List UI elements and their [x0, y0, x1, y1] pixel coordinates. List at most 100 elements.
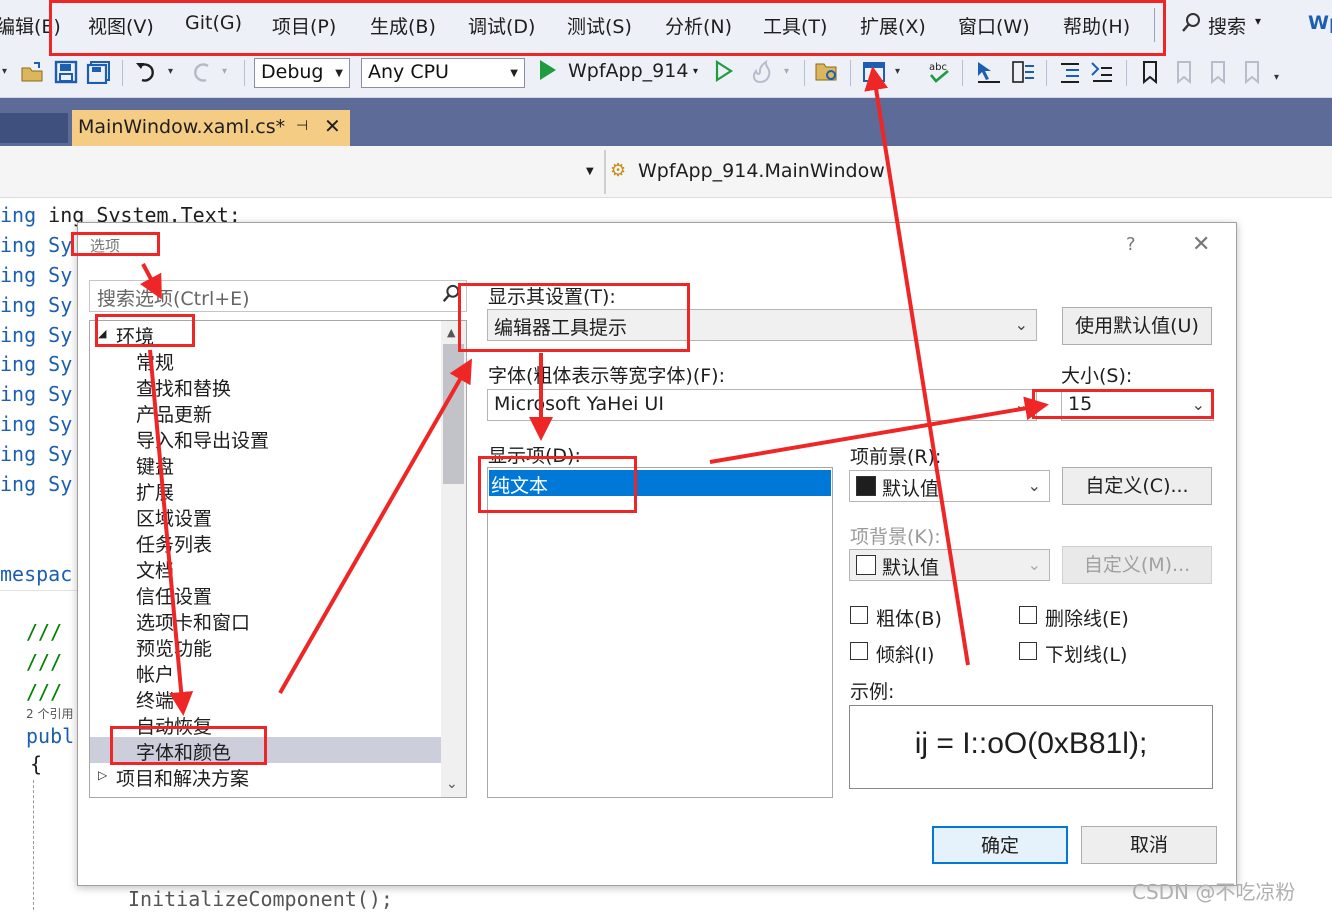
navbar-separator: [604, 150, 606, 194]
save-all-icon[interactable]: [86, 60, 112, 84]
code-comment: ///: [26, 650, 63, 674]
play-icon[interactable]: [540, 60, 556, 80]
font-select[interactable]: Microsoft YaHei UI ⌄: [487, 389, 1037, 421]
window-layout-icon[interactable]: [862, 60, 886, 84]
use-default-button[interactable]: 使用默认值(U): [1062, 307, 1212, 345]
strikethrough-label: 删除线(E): [1045, 608, 1129, 630]
foreground-custom-button[interactable]: 自定义(C)...: [1062, 467, 1212, 505]
toolbar-separator: [122, 60, 123, 86]
chevron-down-icon[interactable]: ▾: [693, 66, 698, 77]
chevron-down-icon: ▾: [784, 66, 790, 77]
tree-item[interactable]: 常规: [90, 347, 442, 374]
chevron-down-icon[interactable]: ▼: [586, 166, 594, 177]
chevron-down-icon: ⌄: [1027, 555, 1041, 574]
configuration-select[interactable]: Debug ▼: [254, 58, 350, 88]
bold-checkbox[interactable]: [850, 606, 868, 624]
tree-scroll-thumb[interactable]: [443, 344, 464, 484]
background-value: 默认值: [882, 557, 940, 579]
tree-item[interactable]: 键盘: [90, 451, 442, 478]
tab-left-stub[interactable]: [0, 113, 68, 143]
close-icon[interactable]: ✕: [1192, 232, 1210, 257]
tree-collapsed-icon[interactable]: ▷: [98, 768, 107, 782]
overflow-icon[interactable]: ▾: [1274, 72, 1279, 83]
tree-item[interactable]: 帐户: [90, 659, 442, 686]
display-items-list[interactable]: [487, 467, 833, 798]
open-folder-icon[interactable]: [20, 60, 46, 84]
indent-guide: [33, 780, 34, 910]
tree-item[interactable]: 查找和替换: [90, 373, 442, 400]
tree-item[interactable]: 扩展: [90, 477, 442, 504]
search-label[interactable]: 搜索: [1208, 12, 1246, 39]
code-line: ing Sy: [0, 293, 73, 317]
options-search-input[interactable]: 搜索选项(Ctrl+E): [89, 280, 467, 312]
tree-item-label: 信任设置: [136, 586, 213, 608]
tree-item-projects-solutions[interactable]: ▷ 项目和解决方案: [90, 763, 442, 790]
code-divider: [0, 590, 77, 591]
format-document-icon[interactable]: [1010, 60, 1036, 84]
chevron-down-icon: ⌄: [1027, 476, 1041, 495]
italic-label: 倾斜(I): [876, 644, 935, 666]
strikethrough-checkbox[interactable]: [1019, 606, 1037, 624]
bookmark-icon[interactable]: [1140, 60, 1160, 84]
toolbar-separator: [962, 60, 963, 86]
class-icon: ⚙: [610, 160, 627, 181]
background-custom-button: 自定义(M)...: [1062, 546, 1212, 584]
comment-out-icon[interactable]: [1058, 60, 1082, 84]
tree-item-label: 帐户: [136, 664, 175, 686]
code-line: ing Sy: [0, 352, 73, 376]
tree-item[interactable]: 区域设置: [90, 503, 442, 530]
pin-icon[interactable]: ⊣: [296, 118, 308, 134]
annotation-box-menubar: [49, 0, 1166, 56]
next-bookmark-icon: [1211, 61, 1225, 84]
close-icon[interactable]: ✕: [324, 114, 341, 138]
code-lens-refs[interactable]: 2 个引用: [26, 705, 73, 722]
annotation-box-plain-text: [478, 456, 637, 513]
tree-item-label: 文档: [136, 560, 175, 582]
tree-item-label: 扩展: [136, 482, 175, 504]
tree-item-label: 常规: [136, 352, 175, 374]
tree-item[interactable]: 文档: [90, 555, 442, 582]
search-icon[interactable]: [1180, 12, 1202, 34]
solution-explorer-icon[interactable]: [814, 60, 840, 84]
code-brace: {: [30, 752, 43, 776]
undo-icon[interactable]: [134, 60, 158, 84]
tree-item[interactable]: 终端: [90, 685, 442, 712]
italic-checkbox[interactable]: [850, 642, 868, 660]
select-icon[interactable]: [974, 60, 1002, 84]
chevron-down-icon: ▾: [1255, 14, 1262, 28]
annotation-box-size: [1032, 389, 1214, 419]
tree-item[interactable]: 预览功能: [90, 633, 442, 660]
start-without-debug-icon[interactable]: [714, 60, 734, 82]
tree-item[interactable]: 信任设置: [90, 581, 442, 608]
class-selector[interactable]: WpfApp_914.MainWindow: [638, 160, 885, 182]
ok-button[interactable]: 确定: [932, 826, 1068, 864]
scroll-down-icon[interactable]: ⌄: [446, 776, 458, 792]
tree-item[interactable]: 产品更新: [90, 399, 442, 426]
annotation-box-show-settings: [458, 283, 690, 352]
scroll-up-icon[interactable]: ▲: [447, 326, 455, 339]
platform-select[interactable]: Any CPU ▼: [361, 58, 525, 88]
chevron-down-icon[interactable]: ▾: [168, 66, 173, 77]
chevron-down-icon[interactable]: ▾: [895, 66, 900, 77]
help-icon[interactable]: ?: [1126, 234, 1136, 255]
tab-title[interactable]: MainWindow.xaml.cs*: [78, 116, 285, 138]
configuration-value: Debug: [261, 61, 324, 83]
chevron-down-icon[interactable]: ▾: [2, 66, 7, 77]
tree-item[interactable]: 选项卡和窗口: [90, 607, 442, 634]
background-label: 项背景(K):: [850, 526, 941, 548]
run-target-button[interactable]: WpfApp_914: [568, 60, 688, 82]
spell-check-icon[interactable]: abc: [926, 60, 954, 86]
foreground-select[interactable]: 默认值 ⌄: [849, 470, 1050, 502]
cancel-button[interactable]: 取消: [1081, 826, 1217, 864]
code-namespace: mespac: [0, 562, 73, 586]
chevron-down-icon: ⌄: [1014, 395, 1028, 414]
tree-item-label: 键盘: [136, 456, 175, 478]
redo-icon: [194, 63, 209, 82]
underline-checkbox[interactable]: [1019, 642, 1037, 660]
uncomment-icon[interactable]: [1090, 60, 1114, 84]
tree-item[interactable]: 任务列表: [90, 529, 442, 556]
platform-value: Any CPU: [368, 61, 449, 83]
save-icon[interactable]: [54, 60, 78, 84]
tree-item[interactable]: 导入和导出设置: [90, 425, 442, 452]
chevron-down-icon: ▼: [335, 68, 343, 79]
